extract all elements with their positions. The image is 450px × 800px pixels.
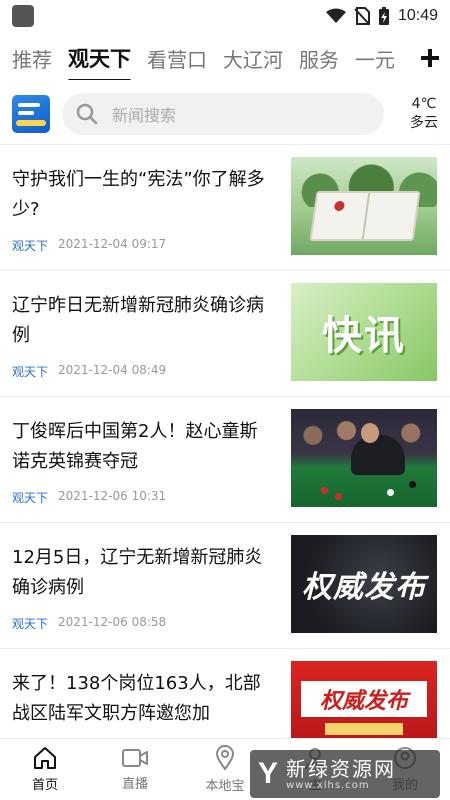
news-item[interactable]: 辽宁昨日无新增新冠肺炎确诊病例 观天下 2021-12-04 08:49 快讯 <box>0 270 450 396</box>
news-title: 守护我们一生的“宪法”你了解多少? <box>12 169 265 220</box>
news-title: 辽宁昨日无新增新冠肺炎确诊病例 <box>12 295 264 346</box>
news-thumbnail: 快讯 <box>291 283 437 381</box>
nav-label: 首页 <box>31 778 58 793</box>
tab-service[interactable]: 服务 <box>299 44 339 73</box>
weather-temperature: 4℃ <box>411 96 437 112</box>
watermark: Y 新绿资源网 www.xlhs.com <box>250 750 440 798</box>
news-date: 2021-12-04 09:17 <box>58 237 167 251</box>
news-item[interactable]: 丁俊晖后中国第2人！赵心童斯诺克英锦赛夺冠 观天下 2021-12-06 10:… <box>0 396 450 522</box>
category-tabs: 推荐 观天下 看营口 大辽河 服务 一元 <box>0 36 450 80</box>
news-date: 2021-12-06 10:31 <box>58 489 167 503</box>
news-list: 守护我们一生的“宪法”你了解多少? 观天下 2021-12-04 09:17 辽… <box>0 144 450 774</box>
video-icon <box>122 749 148 767</box>
home-icon <box>34 747 56 769</box>
news-source: 观天下 <box>12 491 49 505</box>
weather-condition: 多云 <box>410 115 438 131</box>
tab-daliao-river[interactable]: 大辽河 <box>223 44 283 73</box>
thumbnail-text: 权威发布 <box>319 689 408 714</box>
nav-label: 直播 <box>121 777 148 792</box>
news-source: 观天下 <box>12 365 49 379</box>
weather-widget[interactable]: 4℃ 多云 <box>410 95 438 133</box>
news-item[interactable]: 守护我们一生的“宪法”你了解多少? 观天下 2021-12-04 09:17 <box>0 144 450 270</box>
search-icon <box>76 103 98 125</box>
watermark-subtitle: www.xlhs.com <box>286 779 370 791</box>
status-bar: 10:49 <box>0 0 450 32</box>
app-logo <box>12 95 50 133</box>
news-title: 12月5日，辽宁无新增新冠肺炎确诊病例 <box>12 547 263 598</box>
news-thumbnail <box>291 409 437 507</box>
search-input[interactable]: 新闻搜索 <box>62 93 384 135</box>
nav-home[interactable]: 首页 <box>0 739 90 800</box>
watermark-logo: Y <box>258 757 279 790</box>
app-notification-icon <box>12 5 34 27</box>
thumbnail-text: 快讯 <box>322 313 406 359</box>
nav-live[interactable]: 直播 <box>90 739 180 800</box>
search-row: 新闻搜索 4℃ 多云 <box>0 88 450 140</box>
news-source: 观天下 <box>12 617 49 631</box>
news-date: 2021-12-04 08:49 <box>58 363 167 377</box>
nav-label: 本地宝 <box>205 779 245 794</box>
tab-more[interactable]: 一元 <box>355 44 395 73</box>
search-placeholder: 新闻搜索 <box>112 106 177 125</box>
status-time: 10:49 <box>397 7 438 24</box>
location-icon <box>215 745 235 771</box>
add-tab-button[interactable] <box>410 36 450 80</box>
news-date: 2021-12-06 08:58 <box>58 615 167 629</box>
tab-yingkou[interactable]: 看营口 <box>147 44 207 73</box>
battery-charging-icon <box>378 7 389 25</box>
news-thumbnail: 权威发布 <box>291 535 437 633</box>
news-title: 来了！138个岗位163人，北部战区陆军文职方阵邀您加 <box>12 673 261 724</box>
wifi-icon <box>325 8 346 23</box>
news-thumbnail <box>291 157 437 255</box>
news-item[interactable]: 12月5日，辽宁无新增新冠肺炎确诊病例 观天下 2021-12-06 08:58… <box>0 522 450 648</box>
tab-recommend[interactable]: 推荐 <box>12 44 52 73</box>
watermark-title: 新绿资源网 <box>286 756 397 781</box>
news-title: 丁俊晖后中国第2人！赵心童斯诺克英锦赛夺冠 <box>12 421 258 472</box>
no-sim-icon <box>354 7 370 25</box>
thumbnail-text: 权威发布 <box>302 570 426 605</box>
plus-icon <box>421 49 439 67</box>
tab-world[interactable]: 观天下 <box>68 43 131 80</box>
news-source: 观天下 <box>12 239 49 253</box>
